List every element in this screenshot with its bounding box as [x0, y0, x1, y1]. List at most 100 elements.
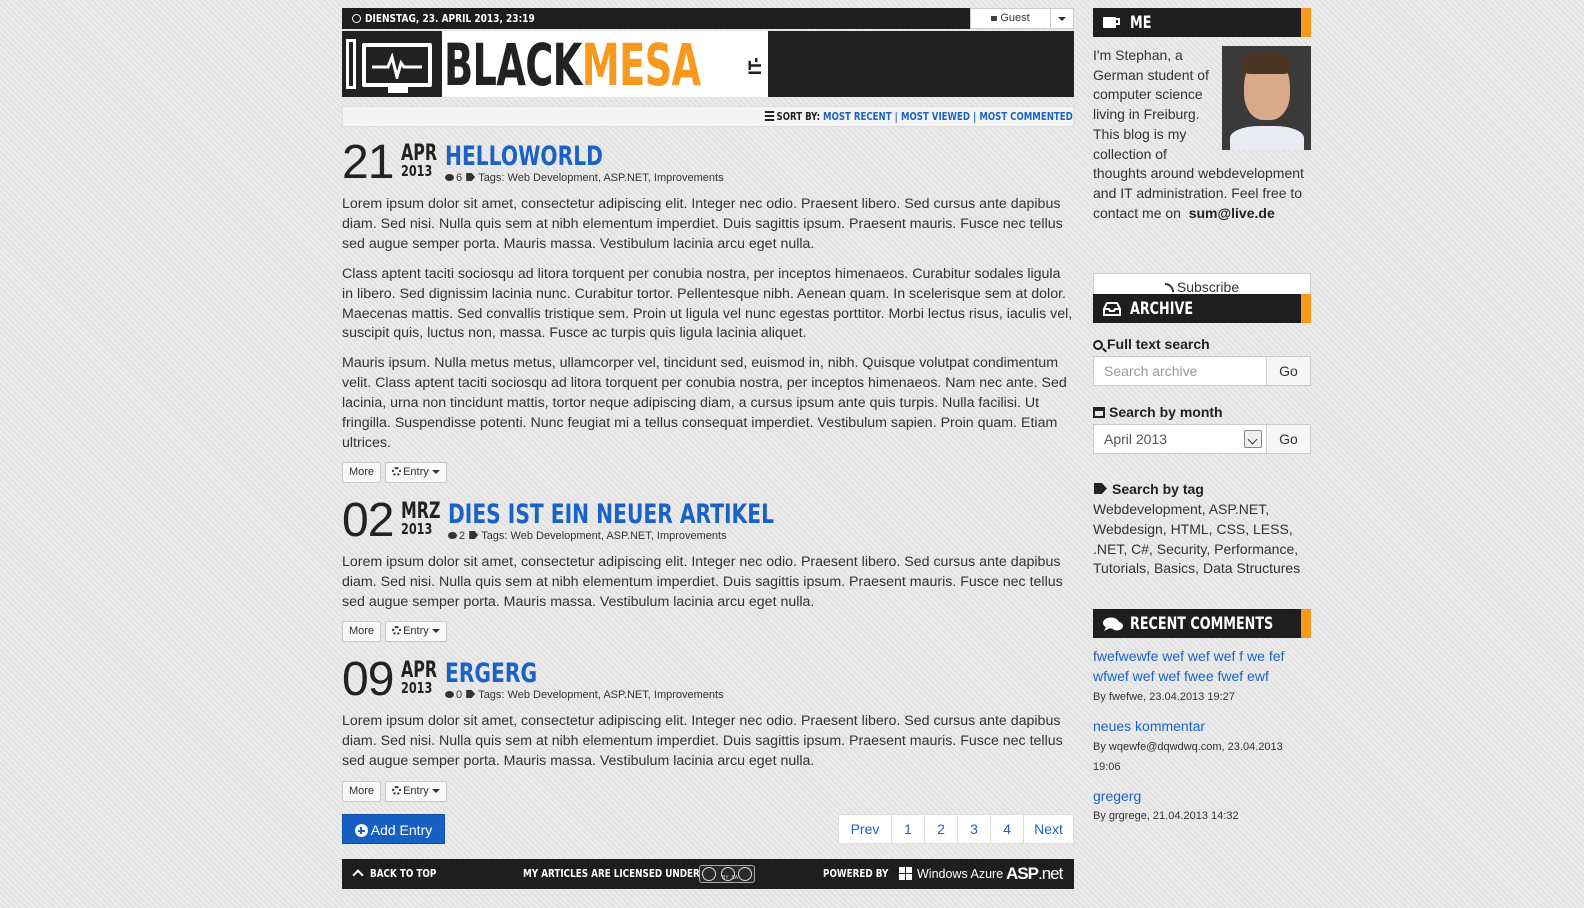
post-day: 09 [342, 653, 394, 706]
license-badge[interactable]: BY SA [699, 859, 755, 889]
comment-link[interactable]: neues kommentar [1093, 717, 1311, 737]
post-year: 2013 [401, 162, 433, 180]
powered-by-text: POWERED BY [823, 867, 889, 880]
user-menu[interactable]: Guest [970, 8, 1074, 29]
gear-icon [392, 626, 402, 635]
more-button[interactable]: More [342, 462, 382, 483]
post-day: 21 [342, 136, 394, 189]
sort-most-commented[interactable]: MOST COMMENTED [980, 110, 1073, 123]
post-day: 02 [342, 494, 394, 547]
calendar-icon [1093, 407, 1105, 418]
post-year: 2013 [401, 679, 433, 697]
pagination-page-1[interactable]: 1 [891, 815, 924, 843]
tag-list[interactable]: Webdevelopment, ASP.NET, Webdesign, HTML… [1093, 500, 1311, 579]
site-header[interactable]: BLACKMESA IT-BLOG [342, 31, 1074, 97]
about-me: I'm Stephan, a German student of compute… [1093, 46, 1311, 302]
user-menu-label[interactable]: Guest [971, 9, 1051, 28]
month-search-row: April 2013 Go [1093, 424, 1311, 454]
comment-author: By grgrege, 21.04.2013 14:32 [1093, 810, 1239, 823]
profile-photo [1222, 46, 1311, 150]
post-title[interactable]: ERGERG [445, 659, 568, 688]
tags-icon [466, 690, 476, 698]
month-select[interactable]: April 2013 [1093, 424, 1267, 454]
post-title[interactable]: HELLOWORLD [445, 142, 656, 171]
inbox-icon [1103, 302, 1121, 321]
current-datetime: DIENSTAG, 23. APRIL 2013, 23:19 [352, 8, 572, 29]
pagination-prev[interactable]: Prev [839, 815, 891, 843]
post-meta: 0 Tags: Web Development, ASP.NET, Improv… [445, 689, 724, 701]
user-menu-dropdown-toggle[interactable] [1051, 9, 1073, 28]
tag-search-label: Search by tag [1093, 481, 1311, 497]
comment-author: By wqewfe@dqwdwq.com, 23.04.2013 19:06 [1093, 740, 1283, 773]
month-search-label: Search by month [1093, 404, 1311, 420]
sort-bar: SORT BY: MOST RECENT | MOST VIEWED | MOST CO… [342, 106, 1074, 127]
chevron-down-icon [1244, 430, 1262, 448]
post-body: Lorem ipsum dolor sit amet, consectetur … [342, 713, 1063, 769]
post-body: Lorem ipsum dolor sit amet, consectetur … [342, 554, 1063, 610]
post-actions: More Entry [342, 621, 447, 642]
fulltext-search-row: Search archive Go [1093, 356, 1311, 386]
comment-icon [445, 174, 454, 181]
header-dark-band [768, 31, 1074, 97]
me-heading: ME [1093, 8, 1311, 37]
caret-down-icon [431, 629, 440, 633]
sort-most-viewed[interactable]: MOST VIEWED [901, 110, 970, 123]
comment-link[interactable]: gregerg [1093, 787, 1311, 807]
footer: BACK TO TOP MY ARTICLES ARE LICENSED UND… [342, 859, 1074, 889]
add-entry-button[interactable]: Add Entry [342, 814, 445, 844]
contact-email[interactable]: sum@live.de [1189, 205, 1275, 221]
comment-author: By fwefwe, 23.04.2013 19:27 [1093, 690, 1235, 703]
sort-most-recent[interactable]: MOST RECENT [823, 110, 892, 123]
comment-link[interactable]: fwefwewfe wef wef wef f we fef wfwef wef… [1093, 647, 1311, 687]
post-tags[interactable]: Web Development, ASP.NET, Improvements [508, 172, 724, 184]
comment-icon [448, 532, 457, 539]
post-actions: More Entry [342, 462, 447, 483]
entry-menu-button[interactable]: Entry [385, 621, 447, 642]
pagination-next[interactable]: Next [1023, 815, 1073, 843]
logo-stand-shape [388, 87, 408, 93]
archive-heading: ARCHIVE [1093, 294, 1311, 323]
entry-menu-button[interactable]: Entry [385, 781, 447, 802]
clock-icon [352, 14, 361, 23]
gear-icon [392, 467, 402, 476]
entry-menu-button[interactable]: Entry [385, 462, 447, 483]
tags-icon [466, 173, 476, 181]
search-archive-input[interactable]: Search archive [1093, 356, 1267, 386]
aspnet-logo: ASP.net [1006, 864, 1063, 883]
plus-circle-icon [354, 824, 368, 837]
pagination-page-3[interactable]: 3 [957, 815, 990, 843]
post-year: 2013 [401, 520, 433, 538]
post-tags[interactable]: Web Development, ASP.NET, Improvements [511, 530, 727, 542]
comments-icon [1103, 617, 1123, 636]
logo-tower-shape [346, 39, 356, 89]
more-button[interactable]: More [342, 781, 382, 802]
post-meta: 2 Tags: Web Development, ASP.NET, Improv… [448, 530, 727, 542]
search-go-button[interactable]: Go [1267, 356, 1311, 386]
caret-down-icon [431, 470, 440, 474]
more-button[interactable]: More [342, 621, 382, 642]
post-tags[interactable]: Web Development, ASP.NET, Improvements [508, 689, 724, 701]
month-go-button[interactable]: Go [1267, 424, 1311, 454]
logo-monitor-icon [342, 31, 442, 97]
post-meta: 6 Tags: Web Development, ASP.NET, Improv… [445, 172, 724, 184]
pagination-page-4[interactable]: 4 [990, 815, 1023, 843]
comment-item: gregerg By grgrege, 21.04.2013 14:32 [1093, 787, 1311, 827]
sidebar: ME I'm Stephan, a German student of comp… [1093, 8, 1311, 826]
post-actions: More Entry [342, 781, 447, 802]
caret-down-icon [431, 789, 440, 793]
windows-icon [899, 867, 912, 880]
comment-item: fwefwewfe wef wef wef f we fef wfwef wef… [1093, 647, 1311, 707]
rss-icon [1164, 283, 1174, 292]
post-title[interactable]: DIES IST EIN NEUER ARTIKEL [448, 500, 883, 529]
main-column: DIENSTAG, 23. APRIL 2013, 23:19 Guest BL… [342, 8, 1074, 889]
lock-icon [991, 16, 998, 21]
top-bar: DIENSTAG, 23. APRIL 2013, 23:19 Guest [342, 8, 1074, 29]
windows-azure-logo: Windows Azure [899, 859, 1003, 889]
comment-icon [445, 691, 454, 698]
chevron-up-icon [352, 869, 364, 881]
list-icon [765, 111, 775, 121]
back-to-top-link[interactable]: BACK TO TOP [352, 859, 453, 889]
tags-icon [469, 531, 479, 539]
tags-icon [1094, 483, 1107, 494]
pagination-page-2[interactable]: 2 [924, 815, 957, 843]
